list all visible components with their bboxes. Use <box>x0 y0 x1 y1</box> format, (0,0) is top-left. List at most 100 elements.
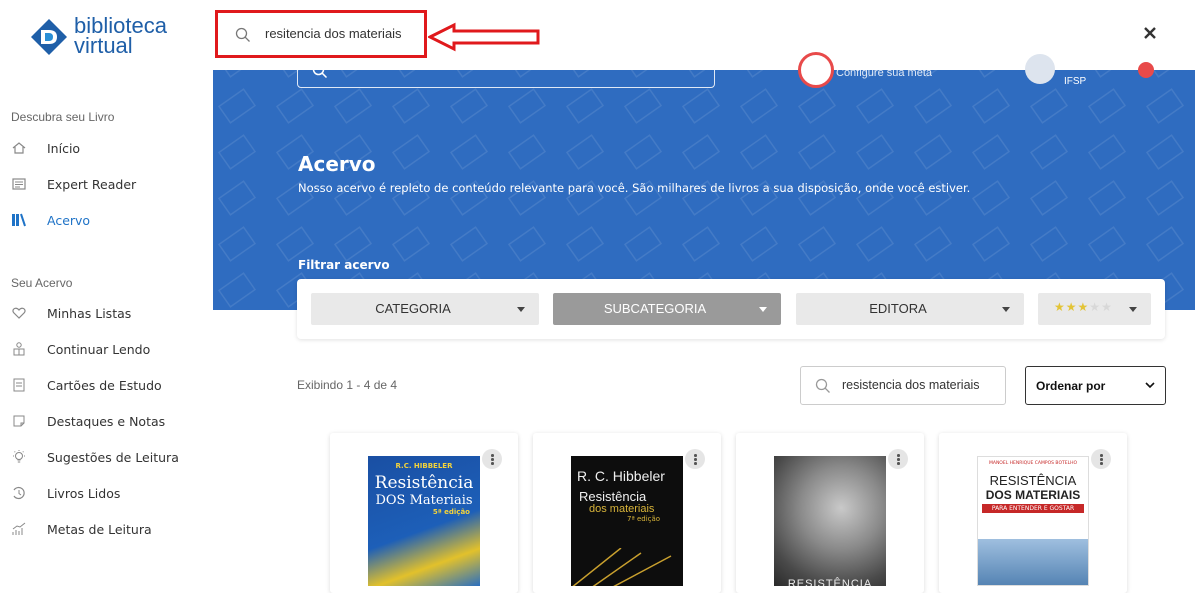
book-cover[interactable]: R.C. HIBBELER Resistência DOS Materiais … <box>368 456 480 586</box>
sidebar-item-label: Destaques e Notas <box>47 413 166 429</box>
banner-search-input[interactable]: Digite o nome do livro ou autor(a) que d… <box>297 56 715 88</box>
book-cover[interactable]: R. C. Hibbeler Resistência dos materiais… <box>571 456 683 586</box>
sidebar-item-expert-reader[interactable]: Expert Reader <box>11 173 211 195</box>
heart-icon <box>12 307 26 319</box>
book-cover[interactable]: RESISTÊNCIA <box>774 456 886 586</box>
chevron-down-icon <box>517 307 525 312</box>
chevron-down-icon <box>1002 307 1010 312</box>
book-subtitle: DOS Materiais <box>375 493 473 508</box>
notification-badge[interactable] <box>1138 62 1154 78</box>
sidebar-item-inicio[interactable]: Início <box>11 137 211 159</box>
book-card[interactable]: R. C. Hibbeler Resistência dos materiais… <box>533 433 721 593</box>
rating-stars-icon: ★★★★★ <box>1054 300 1113 314</box>
sidebar-item-label: Expert Reader <box>47 176 137 192</box>
results-search-input[interactable]: resistencia dos materiais <box>800 366 1006 405</box>
cards-icon <box>13 378 25 392</box>
close-icon[interactable] <box>1141 24 1159 42</box>
section-title-collection: Seu Acervo <box>11 276 73 290</box>
more-options-icon[interactable] <box>888 449 908 469</box>
goal-ring-icon[interactable] <box>798 52 834 88</box>
book-title: RESISTÊNCIA <box>989 473 1077 488</box>
subcategory-label: SUBCATEGORIA <box>603 301 707 316</box>
goal-text[interactable]: Configure sua meta <box>836 67 932 79</box>
book-card[interactable]: R.C. HIBBELER Resistência DOS Materiais … <box>330 433 518 593</box>
cover-art-icon <box>978 539 1088 585</box>
publisher-label: EDITORA <box>869 301 927 316</box>
library-icon <box>12 213 26 227</box>
sidebar-item-label: Sugestões de Leitura <box>47 449 179 465</box>
sidebar-item-metas[interactable]: Metas de Leitura <box>11 518 211 540</box>
book-title: RESISTÊNCIA <box>787 578 873 586</box>
star-icon: ★ <box>1089 300 1102 314</box>
lightbulb-icon <box>13 450 25 463</box>
book-cover[interactable]: MANOEL HENRIQUE CAMPOS BOTELHO RESISTÊNC… <box>977 456 1089 586</box>
category-label: CATEGORIA <box>375 301 451 316</box>
banner: Digite o nome do livro ou autor(a) que d… <box>213 52 1195 310</box>
brand-logo[interactable]: biblioteca virtual <box>30 14 190 60</box>
sidebar-item-continuar-lendo[interactable]: Continuar Lendo <box>11 338 211 360</box>
section-title-discover: Descubra seu Livro <box>11 110 115 124</box>
more-options-icon[interactable] <box>685 449 705 469</box>
page-subtitle: Nosso acervo é repleto de conteúdo relev… <box>298 181 971 195</box>
results-search-value: resistencia dos materiais <box>842 378 980 392</box>
user-name[interactable]: IFSP <box>1064 76 1086 87</box>
top-search-value: resitencia dos materiais <box>265 26 402 41</box>
book-author: MANOEL HENRIQUE CAMPOS BOTELHO <box>988 461 1078 466</box>
book-title: Resistência <box>579 489 647 504</box>
book-author: R. C. Hibbeler <box>577 468 665 484</box>
results-count: Exibindo 1 - 4 de 4 <box>297 378 398 392</box>
reader-icon <box>12 178 26 190</box>
book-subtitle: dos materiais <box>589 503 655 515</box>
logo-icon <box>31 19 67 55</box>
sidebar-item-destaques[interactable]: Destaques e Notas <box>11 410 211 432</box>
filter-card: CATEGORIA SUBCATEGORIA EDITORA ★★★★★ <box>297 279 1165 339</box>
sidebar-item-label: Livros Lidos <box>47 485 121 501</box>
star-icon: ★ <box>1077 300 1090 314</box>
sidebar-item-acervo[interactable]: Acervo <box>11 209 211 231</box>
sidebar-item-sugestoes[interactable]: Sugestões de Leitura <box>11 446 211 468</box>
search-icon <box>312 63 328 79</box>
book-author: R.C. HIBBELER <box>395 462 453 470</box>
book-subtitle: DOS MATERIAIS <box>985 488 1081 502</box>
top-search-input[interactable]: resitencia dos materiais <box>215 10 427 58</box>
sidebar-item-label: Metas de Leitura <box>47 521 152 537</box>
book-tagline: PARA ENTENDER E GOSTAR <box>982 504 1084 513</box>
home-icon <box>12 142 26 154</box>
sidebar-item-label: Cartões de Estudo <box>47 377 162 393</box>
annotation-arrow-icon <box>428 22 540 52</box>
goals-icon <box>12 522 26 535</box>
more-options-icon[interactable] <box>482 449 502 469</box>
sidebar: biblioteca virtual Descubra seu Livro In… <box>0 0 213 572</box>
rating-dropdown[interactable]: ★★★★★ <box>1038 293 1151 325</box>
continue-icon <box>13 342 25 356</box>
subcategory-dropdown[interactable]: SUBCATEGORIA <box>553 293 781 325</box>
publisher-dropdown[interactable]: EDITORA <box>796 293 1024 325</box>
sidebar-item-label: Acervo <box>47 212 91 228</box>
filter-title: Filtrar acervo <box>298 258 390 272</box>
sidebar-item-cartoes[interactable]: Cartões de Estudo <box>11 374 211 396</box>
sort-label: Ordenar por <box>1036 379 1106 393</box>
book-title: Resistência <box>374 473 474 493</box>
book-edition: 5ª edição <box>432 508 470 516</box>
cover-art-icon <box>572 548 672 586</box>
category-dropdown[interactable]: CATEGORIA <box>311 293 539 325</box>
notes-icon <box>13 415 25 427</box>
avatar[interactable] <box>1025 54 1055 84</box>
book-card[interactable]: MANOEL HENRIQUE CAMPOS BOTELHO RESISTÊNC… <box>939 433 1127 593</box>
brand-name: biblioteca virtual <box>74 13 167 58</box>
book-edition: 7ª edição <box>627 515 661 523</box>
chevron-down-icon <box>1145 382 1155 389</box>
star-icon: ★ <box>1065 300 1078 314</box>
page-title: Acervo <box>298 152 376 176</box>
sort-select[interactable]: Ordenar por <box>1025 366 1166 405</box>
book-card[interactable]: RESISTÊNCIA <box>736 433 924 593</box>
sidebar-item-minhas-listas[interactable]: Minhas Listas <box>11 302 211 324</box>
search-icon <box>815 378 830 393</box>
chevron-down-icon <box>759 307 767 312</box>
more-options-icon[interactable] <box>1091 449 1111 469</box>
history-icon <box>13 486 25 500</box>
sidebar-item-livros-lidos[interactable]: Livros Lidos <box>11 482 211 504</box>
sidebar-item-label: Minhas Listas <box>47 305 132 321</box>
sidebar-item-label: Início <box>47 140 81 156</box>
search-icon <box>235 27 250 42</box>
